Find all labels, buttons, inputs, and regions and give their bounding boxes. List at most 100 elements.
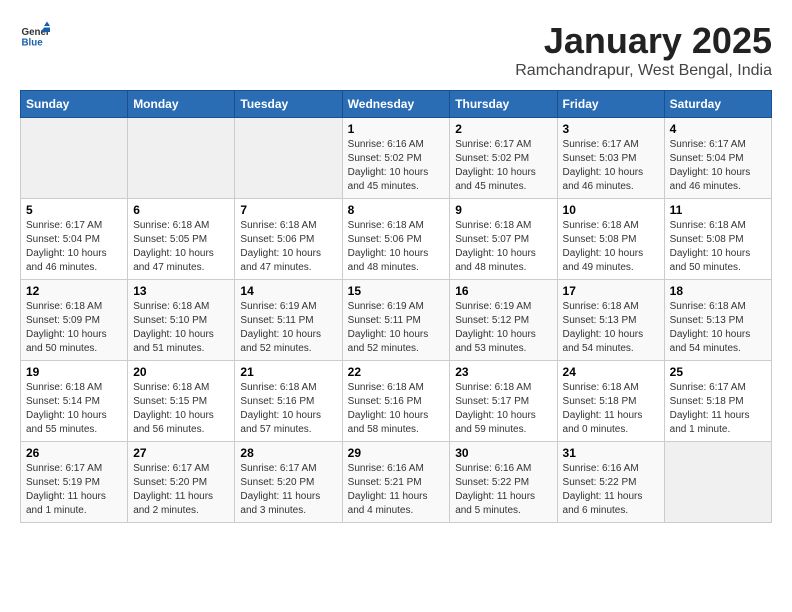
day-info: Sunrise: 6:18 AMSunset: 5:16 PMDaylight:… [240,381,336,437]
day-number: 11 [670,203,766,217]
day-number: 23 [455,365,551,379]
calendar-cell: 12Sunrise: 6:18 AMSunset: 5:09 PMDayligh… [21,280,128,361]
title-block: January 2025 Ramchandrapur, West Bengal,… [515,20,772,80]
day-info: Sunrise: 6:19 AMSunset: 5:11 PMDaylight:… [348,300,445,356]
calendar-cell: 25 Sunrise: 6:17 AMSunset: 5:18 PMDayligh… [664,361,771,442]
calendar-cell: 2 Sunrise: 6:17 AMSunset: 5:02 PMDaylight… [450,118,557,199]
day-number: 6 [133,203,229,217]
day-number: 9 [455,203,551,217]
calendar-cell [128,118,235,199]
day-header-wednesday: Wednesday [342,91,450,118]
calendar-table: SundayMondayTuesdayWednesdayThursdayFrid… [20,90,772,523]
day-number: 29 [348,446,445,460]
calendar-cell: 11 Sunrise: 6:18 AMSunset: 5:08 PMDayligh… [664,199,771,280]
svg-text:Blue: Blue [22,38,44,49]
day-info: Sunrise: 6:18 AMSunset: 5:10 PMDaylight:… [133,300,229,356]
calendar-cell: 5 Sunrise: 6:17 AMSunset: 5:04 PMDaylight… [21,199,128,280]
calendar-cell: 23 Sunrise: 6:18 AMSunset: 5:17 PMDayligh… [450,361,557,442]
day-info: Sunrise: 6:18 AMSunset: 5:08 PMDaylight:… [670,219,766,275]
day-info: Sunrise: 6:18 AMSunset: 5:13 PMDaylight:… [670,300,766,356]
calendar-cell: 20Sunrise: 6:18 AMSunset: 5:15 PMDayligh… [128,361,235,442]
calendar-cell: 10Sunrise: 6:18 AMSunset: 5:08 PMDayligh… [557,199,664,280]
day-info: Sunrise: 6:18 AMSunset: 5:17 PMDaylight:… [455,381,551,437]
calendar-cell: 19 Sunrise: 6:18 AMSunset: 5:14 PMDayligh… [21,361,128,442]
day-number: 7 [240,203,336,217]
day-info: Sunrise: 6:16 AMSunset: 5:22 PMDaylight:… [455,462,551,518]
calendar-week-row: 26Sunrise: 6:17 AMSunset: 5:19 PMDayligh… [21,442,772,523]
day-number: 16 [455,284,551,298]
day-number: 2 [455,122,551,136]
day-number: 19 [26,365,122,379]
day-info: Sunrise: 6:16 AMSunset: 5:22 PMDaylight:… [563,462,659,518]
calendar-cell: 8Sunrise: 6:18 AMSunset: 5:06 PMDaylight… [342,199,450,280]
day-info: Sunrise: 6:16 AMSunset: 5:02 PMDaylight:… [348,138,445,194]
calendar-subtitle: Ramchandrapur, West Bengal, India [515,62,772,80]
day-info: Sunrise: 6:17 AMSunset: 5:02 PMDaylight:… [455,138,551,194]
day-number: 27 [133,446,229,460]
day-header-tuesday: Tuesday [235,91,342,118]
day-number: 21 [240,365,336,379]
day-info: Sunrise: 6:18 AMSunset: 5:06 PMDaylight:… [348,219,445,275]
day-number: 28 [240,446,336,460]
calendar-cell: 28 Sunrise: 6:17 AMSunset: 5:20 PMDayligh… [235,442,342,523]
day-info: Sunrise: 6:18 AMSunset: 5:08 PMDaylight:… [563,219,659,275]
calendar-cell: 24Sunrise: 6:18 AMSunset: 5:18 PMDayligh… [557,361,664,442]
calendar-cell: 4 Sunrise: 6:17 AMSunset: 5:04 PMDaylight… [664,118,771,199]
day-number: 26 [26,446,122,460]
day-info: Sunrise: 6:17 AMSunset: 5:04 PMDaylight:… [670,138,766,194]
calendar-cell: 17Sunrise: 6:18 AMSunset: 5:13 PMDayligh… [557,280,664,361]
day-number: 20 [133,365,229,379]
day-number: 14 [240,284,336,298]
calendar-cell: 16Sunrise: 6:19 AMSunset: 5:12 PMDayligh… [450,280,557,361]
day-info: Sunrise: 6:18 AMSunset: 5:09 PMDaylight:… [26,300,122,356]
calendar-week-row: 5 Sunrise: 6:17 AMSunset: 5:04 PMDaylight… [21,199,772,280]
day-info: Sunrise: 6:17 AMSunset: 5:04 PMDaylight:… [26,219,122,275]
calendar-cell: 1 Sunrise: 6:16 AMSunset: 5:02 PMDaylight… [342,118,450,199]
day-info: Sunrise: 6:18 AMSunset: 5:05 PMDaylight:… [133,219,229,275]
calendar-cell: 22 Sunrise: 6:18 AMSunset: 5:16 PMDayligh… [342,361,450,442]
day-info: Sunrise: 6:18 AMSunset: 5:14 PMDaylight:… [26,381,122,437]
calendar-week-row: 19 Sunrise: 6:18 AMSunset: 5:14 PMDayligh… [21,361,772,442]
calendar-cell: 30Sunrise: 6:16 AMSunset: 5:22 PMDayligh… [450,442,557,523]
calendar-cell: 13Sunrise: 6:18 AMSunset: 5:10 PMDayligh… [128,280,235,361]
calendar-week-row: 12Sunrise: 6:18 AMSunset: 5:09 PMDayligh… [21,280,772,361]
day-info: Sunrise: 6:17 AMSunset: 5:20 PMDaylight:… [240,462,336,518]
calendar-cell: 7Sunrise: 6:18 AMSunset: 5:06 PMDaylight… [235,199,342,280]
day-header-thursday: Thursday [450,91,557,118]
day-info: Sunrise: 6:18 AMSunset: 5:07 PMDaylight:… [455,219,551,275]
day-number: 1 [348,122,445,136]
day-header-friday: Friday [557,91,664,118]
day-info: Sunrise: 6:19 AMSunset: 5:11 PMDaylight:… [240,300,336,356]
day-info: Sunrise: 6:17 AMSunset: 5:03 PMDaylight:… [563,138,659,194]
day-header-sunday: Sunday [21,91,128,118]
calendar-cell: 18 Sunrise: 6:18 AMSunset: 5:13 PMDayligh… [664,280,771,361]
logo: General Blue [20,20,50,50]
logo-icon: General Blue [20,20,50,50]
calendar-cell [235,118,342,199]
day-number: 25 [670,365,766,379]
calendar-header-row: SundayMondayTuesdayWednesdayThursdayFrid… [21,91,772,118]
calendar-cell: 15 Sunrise: 6:19 AMSunset: 5:11 PMDayligh… [342,280,450,361]
calendar-title: January 2025 [515,20,772,62]
calendar-cell: 29 Sunrise: 6:16 AMSunset: 5:21 PMDayligh… [342,442,450,523]
day-number: 15 [348,284,445,298]
calendar-cell [21,118,128,199]
day-number: 3 [563,122,659,136]
calendar-week-row: 1 Sunrise: 6:16 AMSunset: 5:02 PMDaylight… [21,118,772,199]
calendar-cell: 27Sunrise: 6:17 AMSunset: 5:20 PMDayligh… [128,442,235,523]
day-info: Sunrise: 6:16 AMSunset: 5:21 PMDaylight:… [348,462,445,518]
day-number: 4 [670,122,766,136]
page-header: General Blue January 2025 Ramchandrapur,… [20,20,772,80]
calendar-cell: 26Sunrise: 6:17 AMSunset: 5:19 PMDayligh… [21,442,128,523]
calendar-cell: 31 Sunrise: 6:16 AMSunset: 5:22 PMDayligh… [557,442,664,523]
day-number: 5 [26,203,122,217]
day-number: 22 [348,365,445,379]
day-number: 31 [563,446,659,460]
day-number: 17 [563,284,659,298]
calendar-cell: 3 Sunrise: 6:17 AMSunset: 5:03 PMDaylight… [557,118,664,199]
calendar-cell: 21 Sunrise: 6:18 AMSunset: 5:16 PMDayligh… [235,361,342,442]
day-info: Sunrise: 6:18 AMSunset: 5:16 PMDaylight:… [348,381,445,437]
day-number: 18 [670,284,766,298]
day-info: Sunrise: 6:17 AMSunset: 5:18 PMDaylight:… [670,381,766,437]
calendar-cell: 6 Sunrise: 6:18 AMSunset: 5:05 PMDaylight… [128,199,235,280]
